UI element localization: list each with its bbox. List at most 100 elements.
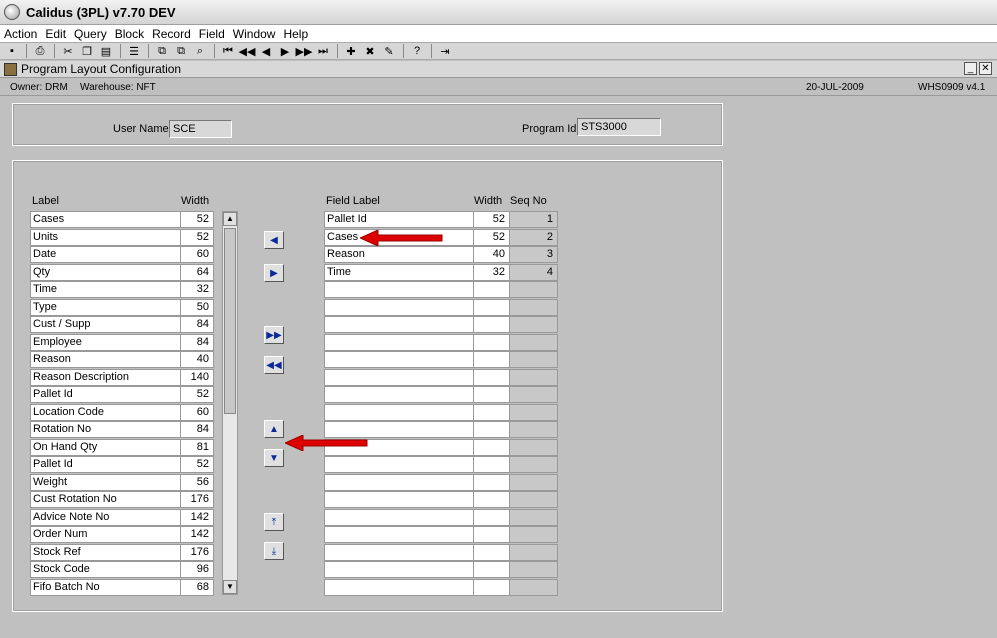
left-row-label[interactable]: Rotation No (30, 421, 181, 438)
next-set-icon[interactable]: ▶▶ (296, 43, 313, 59)
left-row-width[interactable]: 50 (180, 299, 214, 316)
left-row-width[interactable]: 140 (180, 369, 214, 386)
right-row-width[interactable] (473, 386, 510, 403)
left-row-label[interactable]: Location Code (30, 404, 181, 421)
right-row-field-label[interactable] (324, 561, 474, 578)
last-record-icon[interactable]: ⏭ (315, 43, 331, 59)
left-row-label[interactable]: Date (30, 246, 181, 263)
left-row-width[interactable]: 142 (180, 526, 214, 543)
right-row-field-label[interactable] (324, 299, 474, 316)
left-row-width[interactable]: 64 (180, 264, 214, 281)
first-record-icon[interactable]: ⏮ (220, 43, 236, 59)
left-row-width[interactable]: 84 (180, 421, 214, 438)
prev-record-icon[interactable]: ◀ (258, 43, 274, 59)
right-row-width[interactable] (473, 334, 510, 351)
menu-action[interactable]: Action (0, 27, 41, 41)
right-row-width[interactable] (473, 544, 510, 561)
right-row-width[interactable] (473, 404, 510, 421)
menu-block[interactable]: Block (111, 27, 148, 41)
right-row-field-label[interactable]: Reason (324, 246, 474, 263)
right-row-width[interactable] (473, 456, 510, 473)
move-bottom-button[interactable]: ⤓ (264, 542, 284, 560)
user-name-field[interactable]: SCE (169, 120, 232, 138)
right-row-width[interactable] (473, 421, 510, 438)
right-row-width[interactable]: 52 (473, 211, 510, 228)
left-row-width[interactable]: 142 (180, 509, 214, 526)
prev-set-icon[interactable]: ◀◀ (239, 43, 256, 59)
left-row-label[interactable]: Pallet Id (30, 386, 181, 403)
right-row-field-label[interactable] (324, 404, 474, 421)
left-row-width[interactable]: 60 (180, 246, 214, 263)
left-row-width[interactable]: 40 (180, 351, 214, 368)
insert-record-icon[interactable]: ✚ (343, 43, 359, 59)
next-record-icon[interactable]: ▶ (277, 43, 293, 59)
move-top-button[interactable]: ⤒ (264, 513, 284, 531)
exit-icon[interactable]: ⇥ (437, 43, 453, 59)
right-row-width[interactable] (473, 299, 510, 316)
right-row-width[interactable] (473, 491, 510, 508)
query-icon[interactable]: ⌕ (192, 43, 208, 59)
right-row-width[interactable] (473, 579, 510, 596)
move-all-left-button[interactable]: ◀◀ (264, 356, 284, 374)
left-row-label[interactable]: Order Num (30, 526, 181, 543)
clear-icon[interactable]: ⧉ (154, 43, 170, 59)
right-row-width[interactable] (473, 281, 510, 298)
move-left-button[interactable]: ◀ (264, 231, 284, 249)
save-icon[interactable]: ▪ (4, 43, 20, 59)
right-row-field-label[interactable] (324, 316, 474, 333)
menu-field[interactable]: Field (195, 27, 229, 41)
paste-icon[interactable]: ▤ (98, 43, 114, 59)
left-row-width[interactable]: 32 (180, 281, 214, 298)
left-row-label[interactable]: Cust Rotation No (30, 491, 181, 508)
left-row-width[interactable]: 84 (180, 316, 214, 333)
left-row-label[interactable]: Qty (30, 264, 181, 281)
left-row-width[interactable]: 96 (180, 561, 214, 578)
left-row-label[interactable]: Stock Code (30, 561, 181, 578)
right-row-width[interactable] (473, 474, 510, 491)
move-down-button[interactable]: ▼ (264, 449, 284, 467)
left-row-label[interactable]: Cases (30, 211, 181, 228)
left-row-label[interactable]: Weight (30, 474, 181, 491)
menu-record[interactable]: Record (148, 27, 195, 41)
scroll-thumb[interactable] (224, 228, 236, 414)
scroll-up-icon[interactable]: ▲ (223, 212, 237, 226)
left-row-width[interactable]: 176 (180, 491, 214, 508)
left-row-label[interactable]: Units (30, 229, 181, 246)
right-row-width[interactable] (473, 369, 510, 386)
right-row-width[interactable] (473, 526, 510, 543)
left-row-label[interactable]: Type (30, 299, 181, 316)
left-row-width[interactable]: 56 (180, 474, 214, 491)
right-row-width[interactable] (473, 439, 510, 456)
right-row-field-label[interactable] (324, 579, 474, 596)
menu-window[interactable]: Window (229, 27, 280, 41)
left-row-width[interactable]: 52 (180, 386, 214, 403)
close-button[interactable]: ✕ (979, 62, 992, 75)
right-row-field-label[interactable] (324, 544, 474, 561)
right-row-width[interactable] (473, 561, 510, 578)
minimize-button[interactable]: _ (964, 62, 977, 75)
right-row-field-label[interactable] (324, 351, 474, 368)
menu-help[interactable]: Help (279, 27, 312, 41)
right-row-field-label[interactable] (324, 526, 474, 543)
move-up-button[interactable]: ▲ (264, 420, 284, 438)
print-icon[interactable]: ⎙ (32, 43, 48, 59)
copy-icon[interactable]: ❐ (79, 43, 95, 59)
right-row-field-label[interactable] (324, 491, 474, 508)
duplicate-icon[interactable]: ⧉ (173, 43, 189, 59)
right-row-width[interactable]: 40 (473, 246, 510, 263)
left-row-width[interactable]: 52 (180, 456, 214, 473)
scroll-down-icon[interactable]: ▼ (223, 580, 237, 594)
left-row-width[interactable]: 60 (180, 404, 214, 421)
left-row-label[interactable]: Cust / Supp (30, 316, 181, 333)
edit-icon[interactable]: ✎ (381, 43, 397, 59)
menu-edit[interactable]: Edit (41, 27, 70, 41)
left-table-scrollbar[interactable]: ▲ ▼ (222, 211, 238, 595)
left-row-label[interactable]: Advice Note No (30, 509, 181, 526)
program-id-field[interactable]: STS3000 (577, 118, 661, 136)
left-row-label[interactable]: Stock Ref (30, 544, 181, 561)
left-row-label[interactable]: Fifo Batch No (30, 579, 181, 596)
delete-record-icon[interactable]: ✖ (362, 43, 378, 59)
cut-icon[interactable]: ✂ (60, 43, 76, 59)
left-row-label[interactable]: Employee (30, 334, 181, 351)
help-icon[interactable]: ? (409, 43, 425, 59)
